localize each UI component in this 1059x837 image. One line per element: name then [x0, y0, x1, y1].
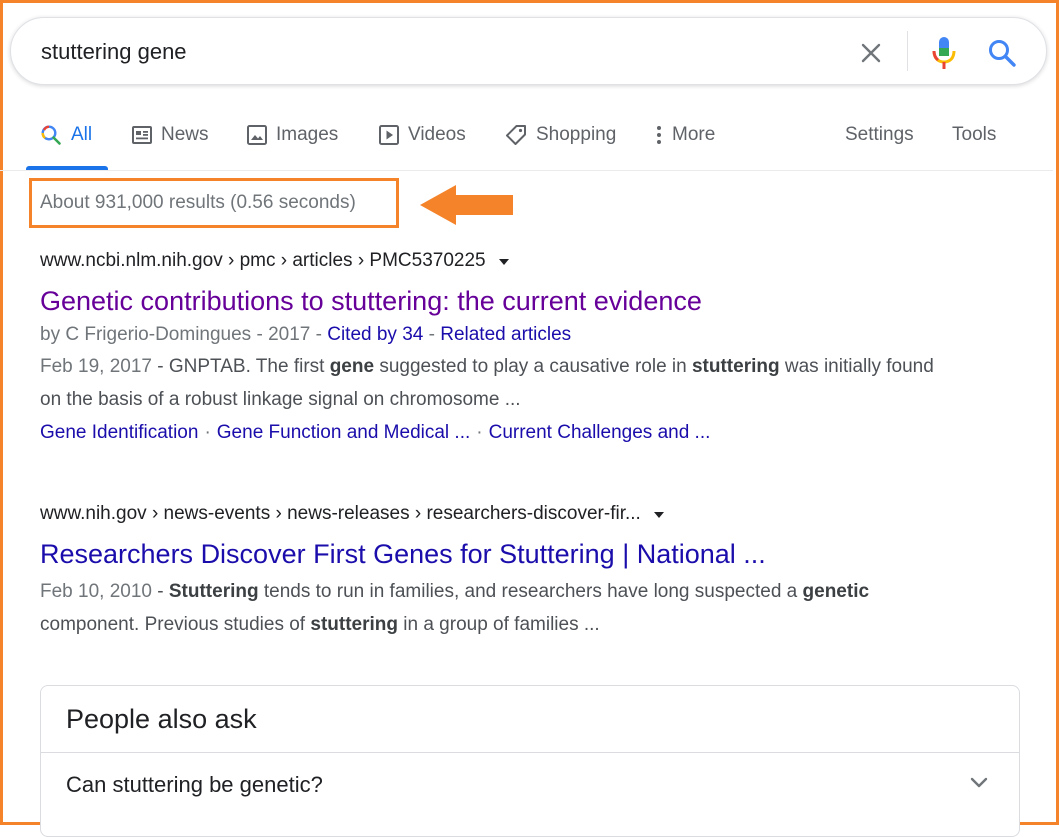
search-result: www.ncbi.nlm.nih.gov › pmc › articles › … [40, 248, 960, 449]
snippet-text: - [151, 581, 169, 602]
snippet-text: - GNPTAB. The first [151, 356, 330, 377]
sitelink[interactable]: Current Challenges and ... [489, 422, 711, 443]
tab-more-label: More [672, 124, 716, 145]
snippet-highlight: stuttering [691, 356, 780, 377]
close-icon [861, 43, 881, 63]
result-date: Feb 19, 2017 [40, 356, 152, 377]
tools-label: Tools [952, 124, 997, 145]
result-menu-button[interactable] [498, 254, 510, 269]
result-sitelinks: Gene Identification · Gene Function and Me… [40, 416, 960, 449]
meta-separator: - [423, 324, 441, 345]
clear-button[interactable] [854, 36, 888, 70]
search-icon [989, 40, 1016, 67]
snippet-text: in a group of families ... [397, 614, 600, 635]
result-title-link[interactable]: Genetic contributions to stuttering: the… [40, 284, 960, 318]
snippet-text: tends to run in families, and researcher… [258, 581, 803, 602]
tab-all-label: All [71, 124, 93, 145]
tab-more[interactable]: More [655, 100, 715, 170]
question-text: Can stuttering be genetic? [66, 772, 323, 797]
tab-all[interactable]: All [26, 100, 109, 170]
sitelink[interactable]: Gene Identification [40, 422, 198, 443]
image-icon [247, 125, 267, 145]
tab-shopping-label: Shopping [536, 124, 617, 145]
cited-by-link[interactable]: Cited by 34 [327, 324, 423, 345]
tab-videos[interactable]: Videos [379, 100, 466, 170]
people-also-ask: People also ask Can stuttering be geneti… [40, 685, 1020, 837]
tools-button[interactable]: Tools [952, 100, 996, 170]
result-meta: by C Frigerio-Domingues - 2017 - Cited b… [40, 324, 960, 350]
result-url: www.nih.gov › news-events › news-release… [40, 503, 641, 524]
people-also-ask-title: People also ask [66, 704, 257, 734]
search-tabs: All News Images Videos Shopping More Set… [0, 100, 1053, 170]
tab-news[interactable]: News [132, 100, 209, 170]
result-url: www.ncbi.nlm.nih.gov › pmc › articles › … [40, 250, 486, 271]
more-vert-icon [657, 126, 661, 144]
result-date: Feb 10, 2010 [40, 581, 152, 602]
result-snippet: Feb 19, 2017 - GNPTAB. The first gene su… [40, 350, 960, 416]
tab-images[interactable]: Images [247, 100, 338, 170]
sitelink[interactable]: Gene Function and Medical ... [217, 422, 470, 443]
caret-down-icon [498, 258, 509, 265]
settings-label: Settings [845, 124, 914, 145]
news-icon [132, 126, 152, 144]
sitelink-separator: · [204, 422, 211, 443]
snippet-highlight: gene [329, 356, 375, 377]
microphone-icon [932, 37, 956, 69]
play-icon [379, 125, 399, 145]
snippet-highlight: genetic [802, 581, 870, 602]
settings-button[interactable]: Settings [845, 100, 914, 170]
result-breadcrumb: www.ncbi.nlm.nih.gov › pmc › articles › … [40, 248, 960, 274]
result-menu-button[interactable] [653, 507, 665, 522]
result-breadcrumb: www.nih.gov › news-events › news-release… [40, 501, 960, 527]
result-author: by C Frigerio-Domingues - 2017 - [40, 324, 328, 345]
search-bar [10, 17, 1047, 85]
related-articles-link[interactable]: Related articles [440, 324, 571, 345]
annotation-arrow-icon [420, 185, 513, 225]
search-bar-divider [907, 31, 908, 71]
tab-news-label: News [161, 124, 209, 145]
tabs-divider [0, 170, 1053, 171]
snippet-highlight: stuttering [310, 614, 398, 635]
voice-search-button[interactable] [929, 33, 959, 73]
search-input[interactable] [41, 37, 801, 67]
snippet-text: component. Previous studies of [40, 614, 311, 635]
tag-icon [506, 125, 526, 145]
tab-shopping[interactable]: Shopping [505, 100, 616, 170]
result-snippet: Feb 10, 2010 - Stuttering tends to run i… [40, 575, 960, 641]
caret-down-icon [653, 511, 664, 518]
result-title-link[interactable]: Researchers Discover First Genes for Stu… [40, 537, 960, 571]
snippet-highlight: Stuttering [168, 581, 259, 602]
search-button[interactable] [984, 35, 1020, 71]
sitelink-separator: · [476, 422, 483, 443]
search-icon [41, 125, 61, 145]
search-result: www.nih.gov › news-events › news-release… [40, 501, 960, 641]
tab-videos-label: Videos [408, 124, 466, 145]
people-also-ask-question[interactable]: Can stuttering be genetic? [41, 753, 1019, 819]
snippet-text: suggested to play a causative role in [374, 356, 692, 377]
result-stats: About 931,000 results (0.56 seconds) [40, 192, 356, 213]
tab-images-label: Images [276, 124, 339, 145]
chevron-down-icon [970, 777, 988, 788]
